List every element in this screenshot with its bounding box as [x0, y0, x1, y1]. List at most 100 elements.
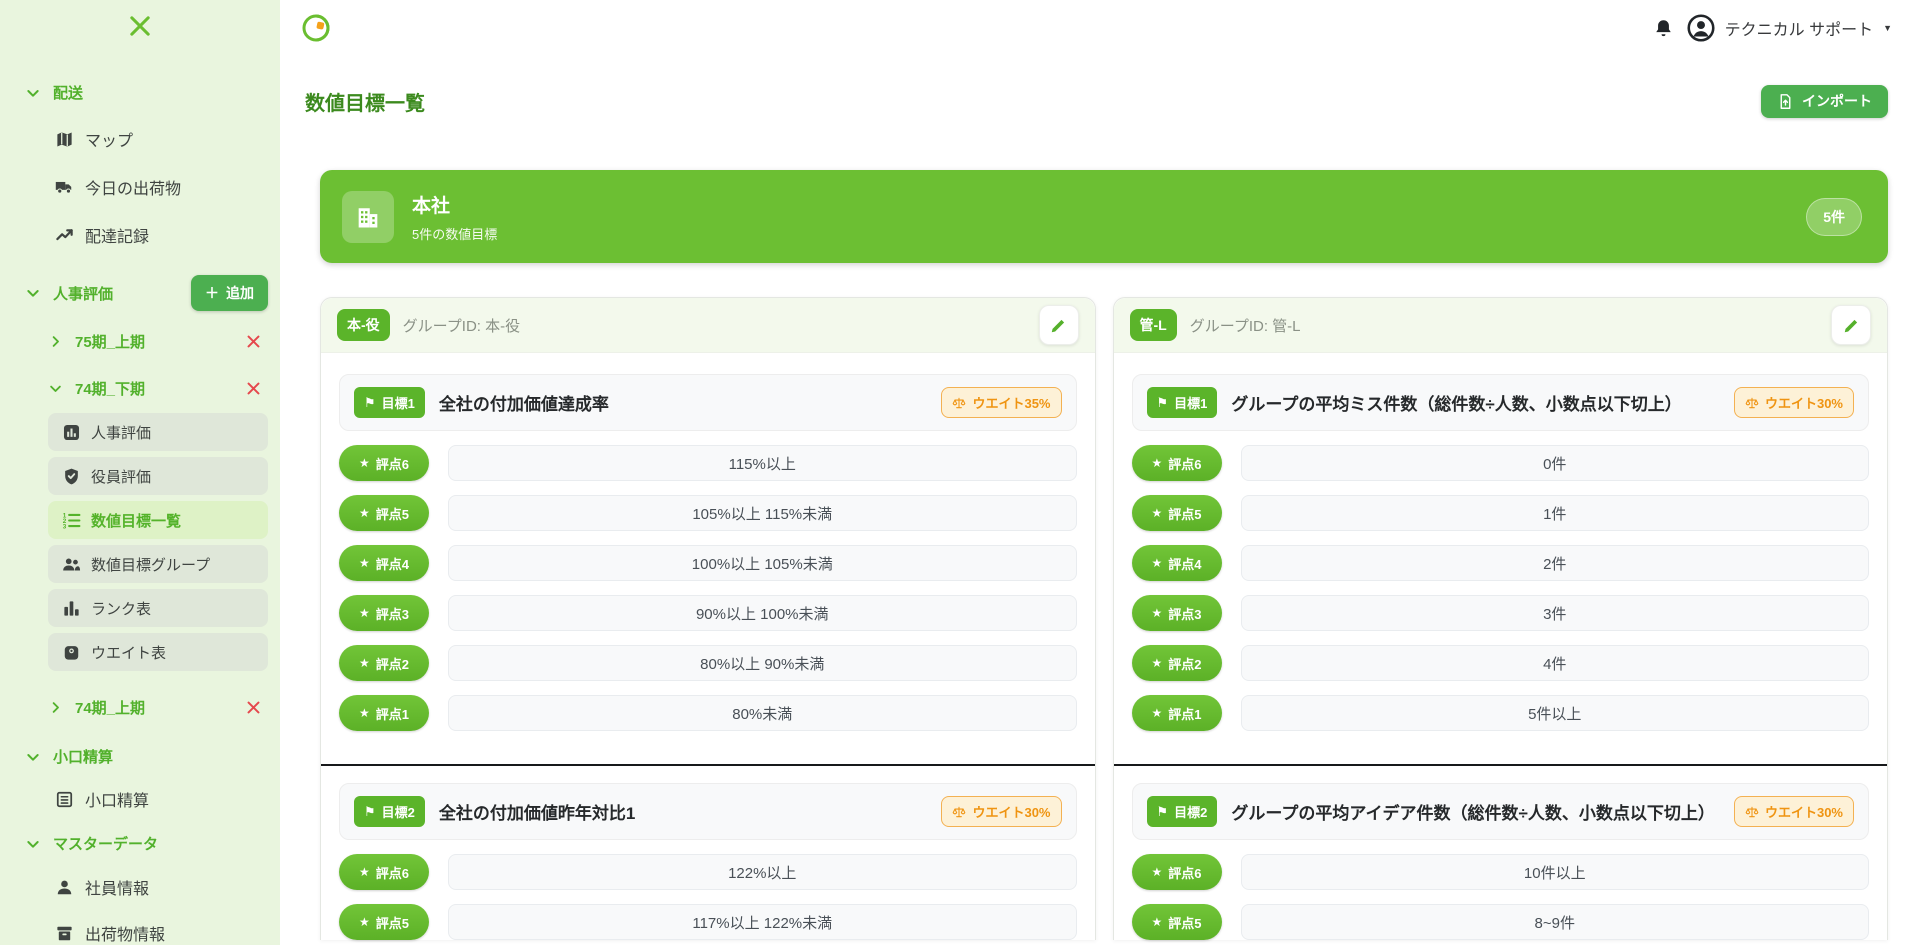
edit-group-button[interactable]	[1831, 305, 1871, 345]
sidebar-item-numeric-targets[interactable]: 123 数値目標一覧	[48, 501, 268, 539]
delete-icon[interactable]	[245, 333, 262, 350]
flag-icon: ⚑	[364, 395, 376, 411]
star-icon: ★	[1152, 706, 1163, 720]
sidebar-item-employee-info[interactable]: 社員情報	[0, 875, 280, 899]
sidebar-item-target-groups[interactable]: 数値目標グループ	[48, 545, 268, 583]
scale-icon	[1745, 805, 1759, 819]
rating-badge: ★評点5	[1132, 495, 1222, 531]
notifications-button[interactable]	[1653, 18, 1674, 39]
rating-row: ★評点51件	[1132, 495, 1870, 531]
rating-label: 評点2	[376, 654, 409, 673]
user-menu[interactable]: テクニカル サポート ▼	[1687, 14, 1892, 42]
sidebar-section-delivery[interactable]: 配送	[0, 82, 280, 103]
scale-icon	[1745, 396, 1759, 410]
rating-badge: ★評点1	[1132, 695, 1222, 731]
rating-value: 4件	[1241, 645, 1870, 681]
rating-row: ★評点5117%以上 122%未満	[339, 904, 1077, 940]
add-period-button[interactable]: ＋ 追加	[191, 275, 268, 311]
weight-label: ウエイト35%	[972, 393, 1050, 412]
main-content: テクニカル サポート ▼ 数値目標一覧 インポート 本社 5件の数値目標 5件 …	[280, 0, 1920, 945]
goal-title: 全社の付加価値昨年対比1	[439, 799, 635, 824]
rating-value: 80%以上 90%未満	[448, 645, 1077, 681]
delete-icon[interactable]	[245, 699, 262, 716]
sidebar-item-today-shipments[interactable]: 今日の出荷物	[0, 175, 280, 199]
rating-badge: ★評点4	[1132, 545, 1222, 581]
flag-icon: ⚑	[1157, 804, 1169, 820]
rating-label: 評点5	[376, 913, 409, 932]
goal-header: ⚑目標2 全社の付加価値昨年対比1 ウエイト30%	[339, 783, 1077, 840]
sidebar-section-petty-cash[interactable]: 小口精算	[0, 746, 280, 767]
rating-row: ★評点6115%以上	[339, 445, 1077, 481]
shield-check-icon	[62, 467, 81, 486]
sidebar-item-map[interactable]: マップ	[0, 127, 280, 151]
goal-title: グループの平均アイデア件数（総件数÷人数、小数点以下切上）	[1231, 799, 1714, 824]
rating-value: 0件	[1241, 445, 1870, 481]
rating-label: 評点4	[376, 554, 409, 573]
bar-chart-square-icon	[62, 423, 81, 442]
rating-row: ★評点2 80%以上 90%未満	[339, 645, 1077, 681]
chevron-down-icon	[25, 836, 41, 852]
rating-badge: ★評点1	[339, 695, 429, 731]
sidebar-item-label: ランク表	[91, 598, 151, 619]
flag-icon: ⚑	[364, 804, 376, 820]
sidebar-period-75-first-half[interactable]: 75期_上期	[0, 331, 280, 352]
rating-row: ★評点5105%以上 115%未満	[339, 495, 1077, 531]
group-card-kan-l: 管-L グループID: 管-L ⚑目標1 グループの平均ミス件数（総件数÷人数、…	[1113, 297, 1889, 940]
plus-icon: ＋	[205, 283, 219, 303]
rating-badge: ★評点3	[339, 595, 429, 631]
delete-icon[interactable]	[245, 380, 262, 397]
sidebar-item-hr-evaluation[interactable]: 人事評価	[48, 413, 268, 451]
sidebar-item-weight-table[interactable]: ウエイト表	[48, 633, 268, 671]
company-subtitle: 5件の数値目標	[412, 224, 497, 243]
sidebar-close-button[interactable]	[126, 12, 154, 40]
goal-header: ⚑目標2 グループの平均アイデア件数（総件数÷人数、小数点以下切上） ウエイト3…	[1132, 783, 1870, 840]
rating-badge: ★評点6	[1132, 854, 1222, 890]
rating-label: 評点4	[1168, 554, 1201, 573]
star-icon: ★	[1152, 506, 1163, 520]
sidebar-item-shipment-info[interactable]: 出荷物情報	[0, 921, 280, 945]
chevron-down-icon	[25, 749, 41, 765]
goal-section: ⚑目標2 グループの平均アイデア件数（総件数÷人数、小数点以下切上） ウエイト3…	[1114, 766, 1888, 940]
chevron-down-icon	[48, 381, 63, 396]
goal-title: 全社の付加価値達成率	[439, 390, 609, 415]
sidebar-item-label: 人事評価	[91, 422, 151, 443]
rating-value: 90%以上 100%未満	[448, 595, 1077, 631]
star-icon: ★	[359, 556, 370, 570]
weight-label: ウエイト30%	[972, 802, 1050, 821]
goal-header: ⚑目標1 グループの平均ミス件数（総件数÷人数、小数点以下切上） ウエイト30%	[1132, 374, 1870, 431]
sidebar-item-label: マップ	[85, 127, 133, 151]
sidebar-period-74-second-half[interactable]: 74期_下期	[0, 378, 280, 399]
page-title: 数値目標一覧	[305, 87, 425, 116]
goal-section: ⚑目標2 全社の付加価値昨年対比1 ウエイト30% ★評点6122%以上 ★評点…	[321, 766, 1095, 940]
rating-row: ★評点2 4件	[1132, 645, 1870, 681]
sidebar-section-hr-evaluation[interactable]: 人事評価 ＋ 追加	[0, 275, 280, 311]
rating-badge: ★評点5	[339, 495, 429, 531]
sidebar-item-delivery-records[interactable]: 配達記録	[0, 223, 280, 247]
sidebar-period-74-first-half[interactable]: 74期_上期	[0, 697, 280, 718]
bars-icon	[62, 599, 81, 618]
section-label: 配送	[53, 82, 83, 103]
weight-badge: ウエイト30%	[1734, 796, 1854, 827]
rating-badge: ★評点2	[339, 645, 429, 681]
star-icon: ★	[1152, 915, 1163, 929]
rating-row: ★評点180%未満	[339, 695, 1077, 731]
sidebar-item-officer-evaluation[interactable]: 役員評価	[48, 457, 268, 495]
goal-badge: ⚑目標1	[1147, 387, 1218, 418]
section-label: マスターデータ	[53, 833, 158, 854]
sidebar-item-rank-table[interactable]: ランク表	[48, 589, 268, 627]
sidebar-item-label: 役員評価	[91, 466, 151, 487]
close-icon	[126, 12, 154, 40]
import-button[interactable]: インポート	[1761, 85, 1888, 118]
edit-group-button[interactable]	[1039, 305, 1079, 345]
rating-badge: ★評点2	[1132, 645, 1222, 681]
rating-label: 評点3	[1168, 604, 1201, 623]
group-id-label: グループID: 管-L	[1190, 315, 1301, 336]
sidebar-section-master-data[interactable]: マスターデータ	[0, 833, 280, 854]
period-label: 74期_上期	[75, 697, 145, 718]
user-name: テクニカル サポート	[1725, 16, 1873, 40]
rating-row: ★評点3 90%以上 100%未満	[339, 595, 1077, 631]
star-icon: ★	[359, 606, 370, 620]
rating-value: 100%以上 105%未満	[448, 545, 1077, 581]
ordered-list-icon: 123	[62, 511, 81, 530]
sidebar-item-petty-cash[interactable]: 小口精算	[0, 787, 280, 811]
